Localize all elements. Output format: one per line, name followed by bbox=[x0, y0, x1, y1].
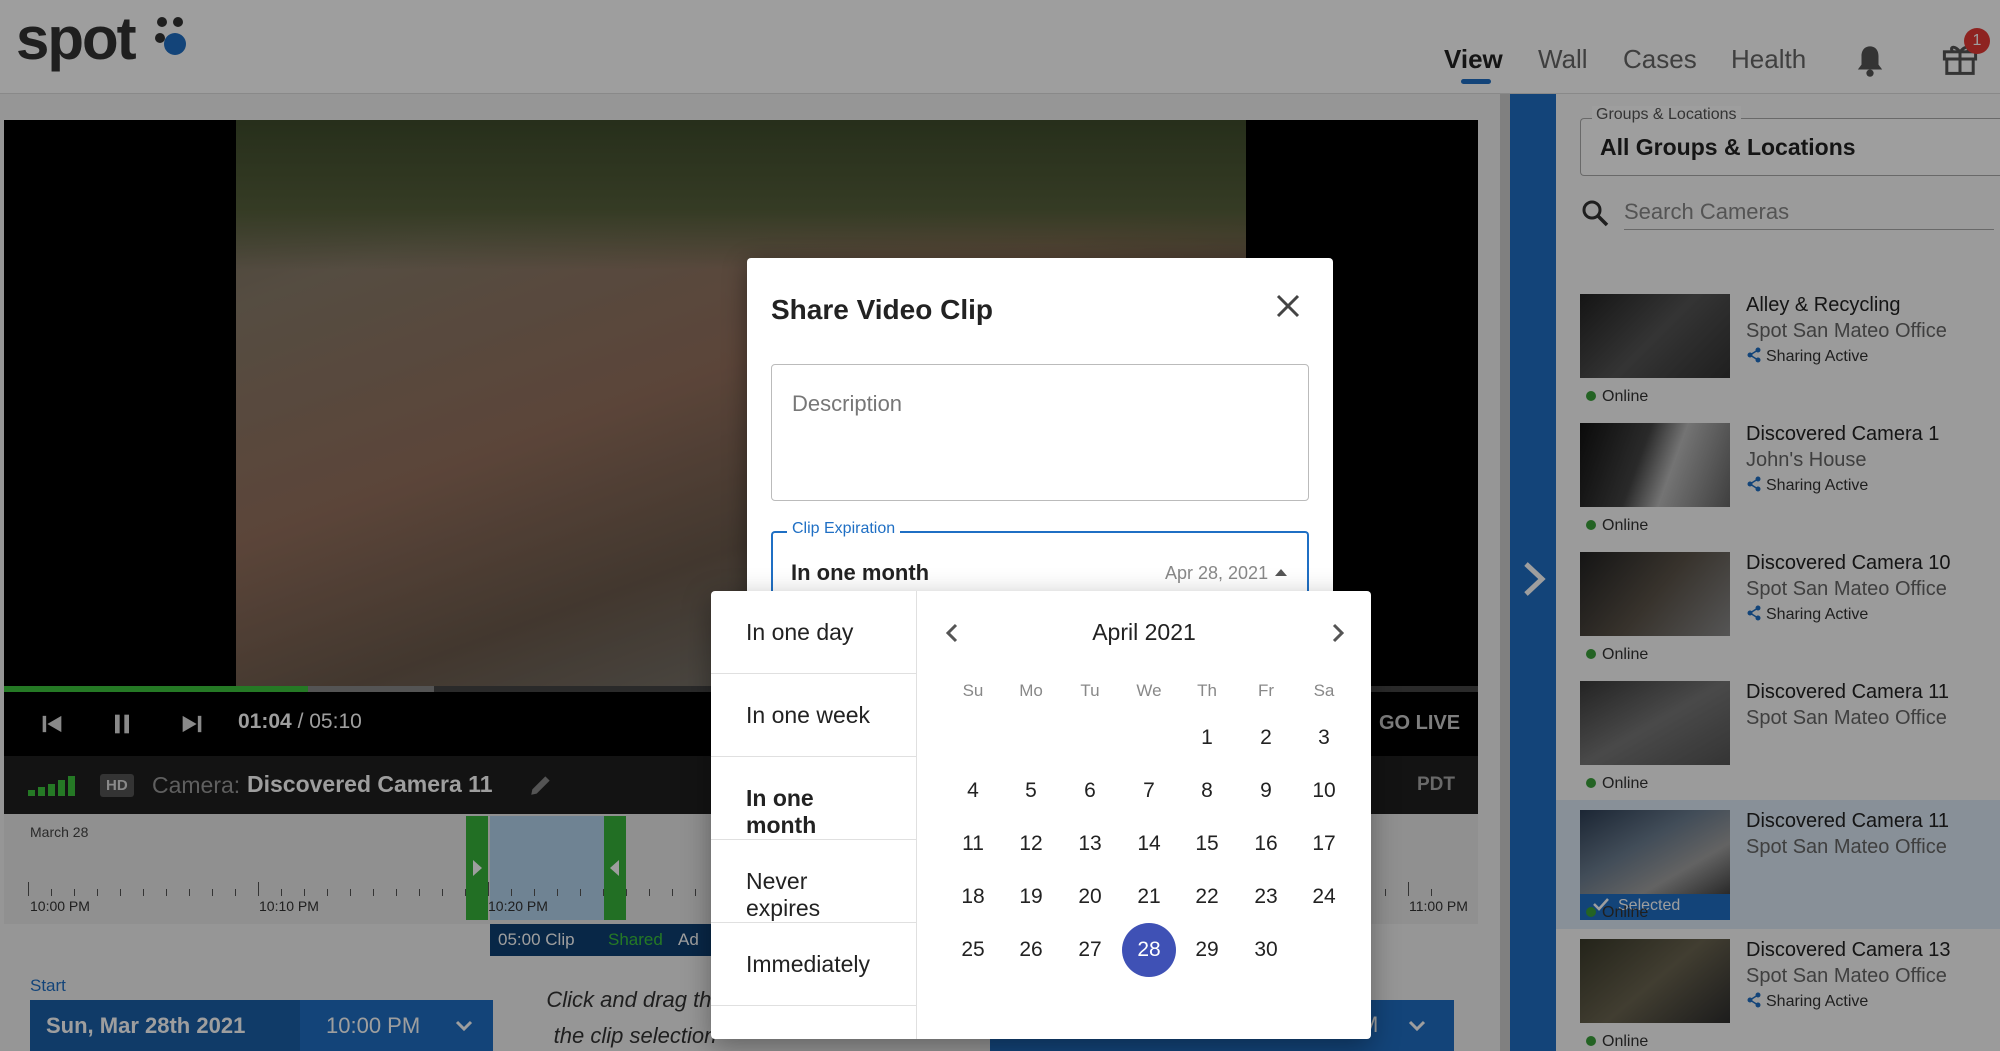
expiration-date: Apr 28, 2021 bbox=[1165, 563, 1269, 583]
expiration-option[interactable]: In one day bbox=[711, 591, 917, 674]
calendar-day[interactable]: 20 bbox=[1063, 870, 1117, 924]
calendar-day[interactable]: 23 bbox=[1239, 870, 1293, 924]
calendar: April 2021 Su Mo Tu We Th Fr Sa 1 2 3 4 5 6 7 8 9 10 11 12… bbox=[917, 591, 1371, 1039]
weekday-label: Su bbox=[962, 681, 984, 700]
calendar-day[interactable]: 17 bbox=[1297, 817, 1351, 871]
calendar-day[interactable]: 12 bbox=[1004, 817, 1058, 871]
calendar-day[interactable]: 1 bbox=[1180, 711, 1234, 765]
calendar-day[interactable]: 14 bbox=[1122, 817, 1176, 871]
calendar-month: April 2021 bbox=[1092, 619, 1196, 645]
calendar-day[interactable]: 11 bbox=[946, 817, 1000, 871]
calendar-day[interactable]: 19 bbox=[1004, 870, 1058, 924]
calendar-day[interactable]: 10 bbox=[1297, 764, 1351, 818]
expiration-value: In one month bbox=[791, 560, 930, 585]
expiration-option[interactable]: In one week bbox=[711, 674, 917, 757]
calendar-day[interactable]: 29 bbox=[1180, 923, 1234, 977]
calendar-day[interactable]: 18 bbox=[946, 870, 1000, 924]
calendar-day[interactable]: 8 bbox=[1180, 764, 1234, 818]
modal-title: Share Video Clip bbox=[771, 294, 993, 325]
calendar-day[interactable]: 27 bbox=[1063, 923, 1117, 977]
calendar-day[interactable]: 5 bbox=[1004, 764, 1058, 818]
weekday-label: We bbox=[1136, 681, 1162, 700]
calendar-day[interactable]: 4 bbox=[946, 764, 1000, 818]
close-icon[interactable] bbox=[1272, 290, 1304, 322]
weekday-label: Th bbox=[1197, 681, 1217, 700]
calendar-day[interactable]: 25 bbox=[946, 923, 1000, 977]
calendar-day[interactable]: 13 bbox=[1063, 817, 1117, 871]
calendar-day[interactable]: 2 bbox=[1239, 711, 1293, 765]
calendar-day[interactable]: 9 bbox=[1239, 764, 1293, 818]
expiration-option[interactable]: In one month bbox=[711, 757, 917, 840]
calendar-day[interactable]: 7 bbox=[1122, 764, 1176, 818]
chevron-right-icon[interactable] bbox=[1325, 621, 1349, 645]
weekday-label: Sa bbox=[1313, 681, 1335, 700]
expiration-label: Clip Expiration bbox=[787, 520, 901, 538]
calendar-day[interactable]: 6 bbox=[1063, 764, 1117, 818]
calendar-day[interactable]: 26 bbox=[1004, 923, 1058, 977]
caret-up-icon[interactable] bbox=[1273, 566, 1289, 578]
calendar-day[interactable]: 21 bbox=[1122, 870, 1176, 924]
calendar-day[interactable]: 16 bbox=[1239, 817, 1293, 871]
description-field[interactable] bbox=[771, 364, 1309, 501]
expiration-option[interactable]: Immediately bbox=[711, 923, 917, 1006]
calendar-day-selected[interactable]: 28 bbox=[1122, 923, 1176, 977]
expiration-options: In one day In one week In one month Never e… bbox=[711, 591, 917, 1039]
weekday-label: Fr bbox=[1257, 681, 1275, 700]
calendar-day[interactable]: 30 bbox=[1239, 923, 1293, 977]
calendar-day[interactable]: 22 bbox=[1180, 870, 1234, 924]
calendar-day[interactable]: 24 bbox=[1297, 870, 1351, 924]
calendar-day[interactable]: 3 bbox=[1297, 711, 1351, 765]
expiration-popover: In one day In one week In one month Never e… bbox=[711, 591, 1371, 1039]
weekday-label: Mo bbox=[1019, 681, 1043, 700]
expiration-option[interactable]: Never expires bbox=[711, 840, 917, 923]
calendar-day[interactable]: 15 bbox=[1180, 817, 1234, 871]
weekday-label: Tu bbox=[1080, 681, 1100, 700]
